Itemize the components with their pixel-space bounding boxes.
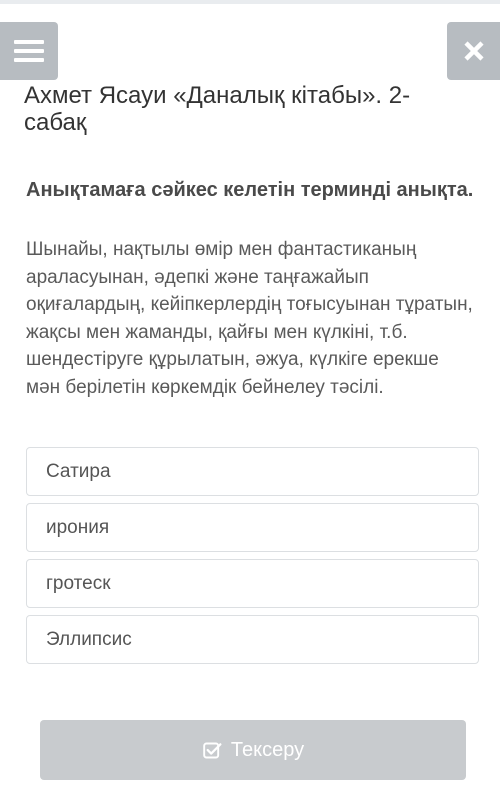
answer-option-label: ирония [46,516,110,538]
close-button[interactable] [447,22,500,80]
hamburger-menu-icon [14,40,44,62]
top-divider [0,0,500,4]
check-answer-button[interactable]: Тексеру [40,720,466,780]
check-answer-label: Тексеру [230,738,305,761]
checkbox-check-icon [202,740,223,761]
close-x-icon [463,41,484,61]
answer-option[interactable]: Эллипсис [26,615,479,664]
answer-option[interactable]: гротеск [26,559,479,608]
answer-option-label: гротеск [46,572,111,594]
question-text: Шынайы, нақтылы өмір мен фантастиканың а… [26,239,473,398]
answer-option[interactable]: ирония [26,503,479,552]
lesson-title: Ахмет Ясауи «Даналық кітабы». 2-сабақ [24,82,411,136]
question-title: Анықтамаға сәйкес келетін терминді анықт… [26,179,474,201]
answer-options: Сатира ирония гротеск Эллипсис [26,447,479,671]
answer-option-label: Эллипсис [46,628,132,650]
menu-button[interactable] [0,22,58,80]
answer-option-label: Сатира [46,460,111,482]
answer-option[interactable]: Сатира [26,447,479,496]
